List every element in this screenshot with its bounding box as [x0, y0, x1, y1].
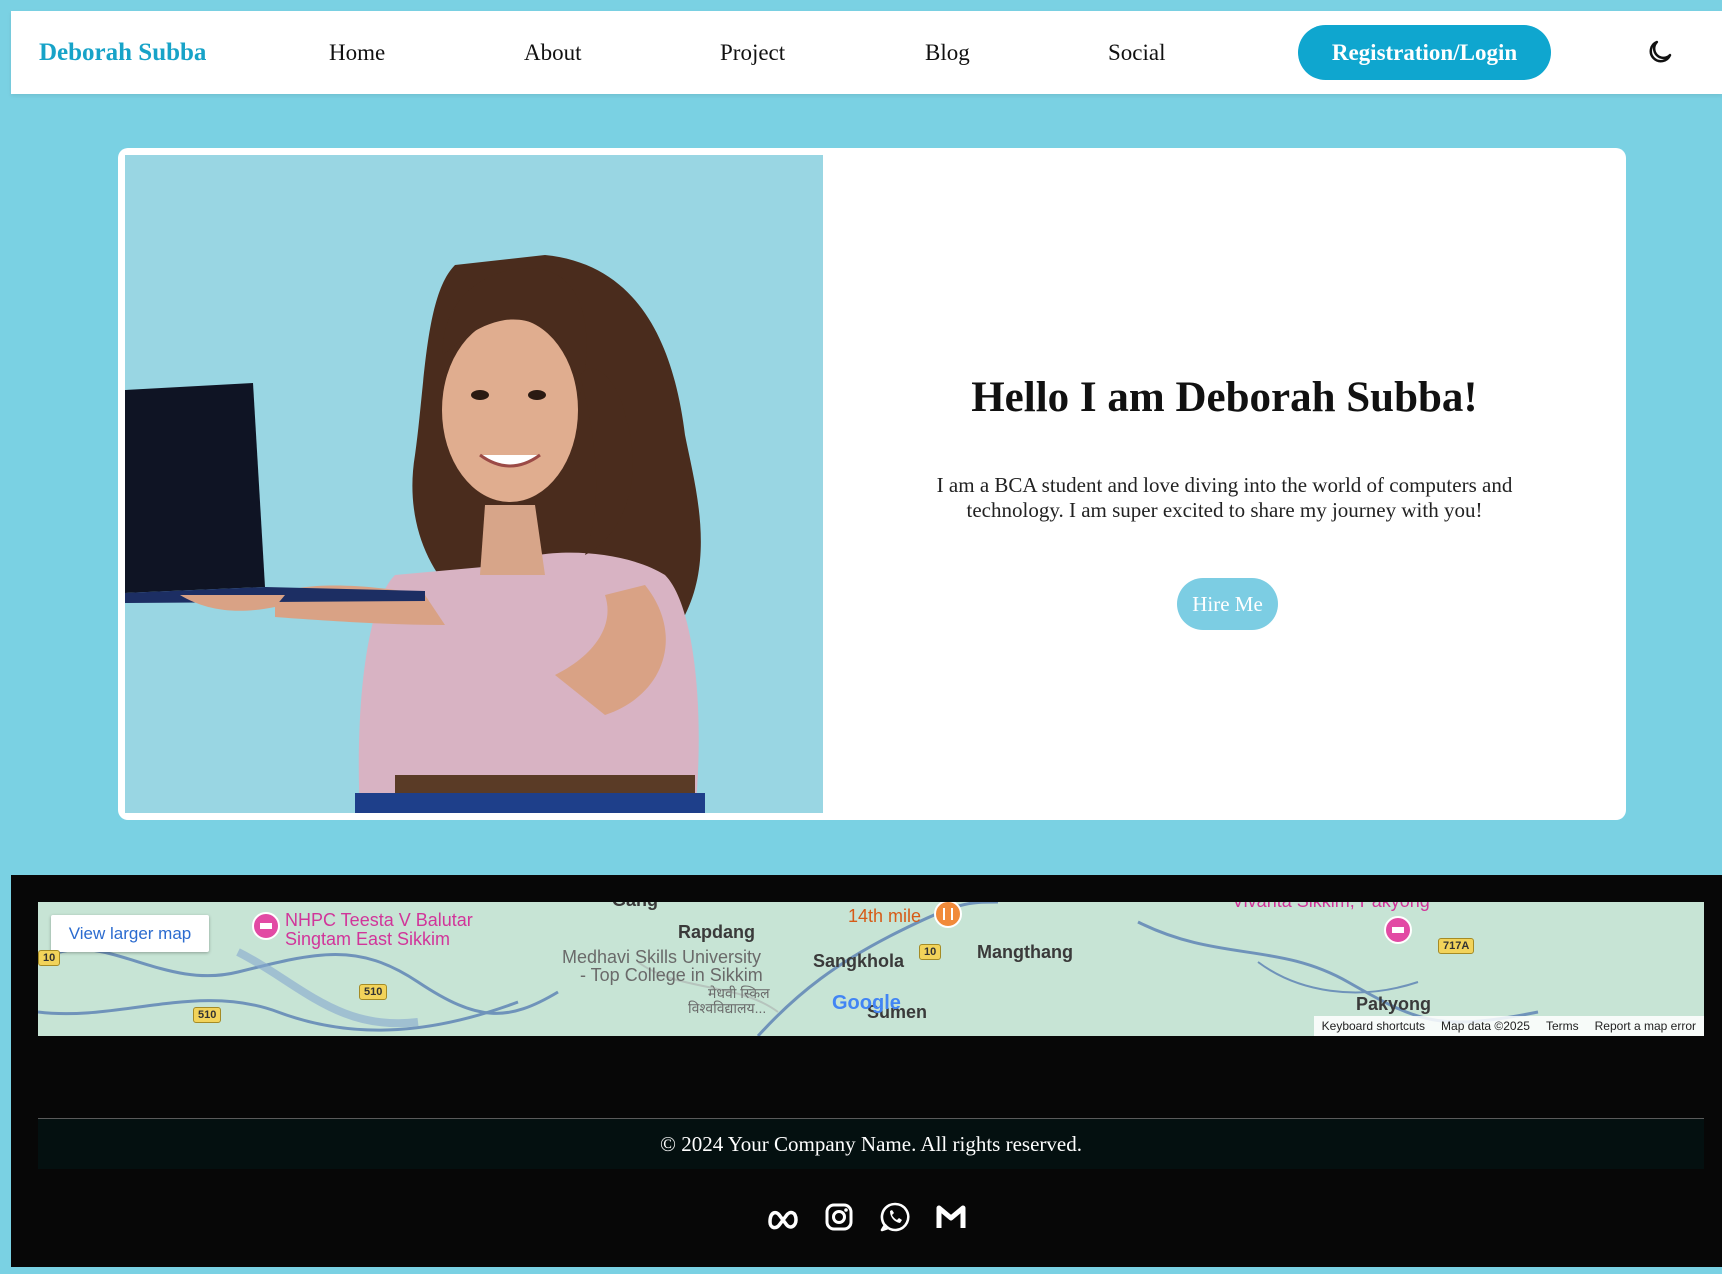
map-label-medhavi-4: विश्वविद्यालय... [688, 1000, 767, 1016]
meta-icon[interactable] [766, 1200, 800, 1234]
hero-card: Hello I am Deborah Subba! I am a BCA stu… [118, 148, 1626, 820]
whatsapp-icon[interactable] [878, 1200, 912, 1234]
map-label-vivanta: Vivanta Sikkim, Pakyong [1232, 902, 1430, 911]
footer: View larger map NHPC Teesta V Balutar Si… [11, 875, 1722, 1267]
navbar: Deborah Subba Home About Project Blog So… [11, 11, 1722, 94]
map-data-label: Map data ©2025 [1441, 1019, 1530, 1033]
instagram-icon[interactable] [822, 1200, 856, 1234]
brand-logo[interactable]: Deborah Subba [39, 11, 206, 94]
hotel-pin-icon[interactable] [1384, 916, 1412, 944]
map-label-sangkhola: Sangkhola [813, 951, 905, 971]
map-label-14th-mile: 14th mile [848, 906, 922, 926]
map-label-nhpc: NHPC Teesta V Balutar [285, 910, 473, 930]
map-label-pakyong: Pakyong [1356, 994, 1432, 1014]
embedded-map[interactable]: View larger map NHPC Teesta V Balutar Si… [38, 902, 1704, 1036]
terms-link[interactable]: Terms [1538, 1016, 1587, 1036]
gmail-icon[interactable] [934, 1200, 968, 1234]
copyright-text: © 2024 Your Company Name. All rights res… [660, 1132, 1082, 1156]
map-label-medhavi-2: - Top College in Sikkim [580, 965, 763, 985]
nav-social[interactable]: Social [1108, 11, 1166, 94]
view-larger-map-link[interactable]: View larger map [51, 915, 209, 952]
google-logo-text: Google [832, 992, 901, 1014]
hero-text: Hello I am Deborah Subba! I am a BCA stu… [823, 148, 1626, 820]
nav-project[interactable]: Project [720, 11, 785, 94]
report-map-error-link[interactable]: Report a map error [1587, 1016, 1704, 1036]
copyright-bar: © 2024 Your Company Name. All rights res… [38, 1119, 1704, 1169]
map-label-rapdang: Rapdang [678, 922, 756, 942]
nav-about[interactable]: About [524, 11, 582, 94]
hotel-pin-icon[interactable] [252, 912, 280, 940]
social-links [11, 1200, 1722, 1234]
map-attribution: Keyboard shortcuts Map data ©2025 Terms … [1313, 1016, 1704, 1036]
hero-description: I am a BCA student and love diving into … [936, 473, 1513, 522]
map-label-singtam: Singtam East Sikkim [285, 929, 451, 949]
map-label-mangthang: Mangthang [977, 942, 1073, 962]
road-shield-510: 510 [193, 1007, 222, 1023]
restaurant-pin-icon[interactable] [934, 902, 962, 928]
road-shield-510: 510 [359, 984, 388, 1000]
road-shield-10: 10 [919, 944, 942, 960]
hero-title: Hello I am Deborah Subba! [971, 374, 1478, 421]
road-shield-10: 10 [38, 950, 61, 966]
registration-login-button[interactable]: Registration/Login [1298, 25, 1551, 80]
google-logo: Google [832, 992, 901, 1015]
nav-home[interactable]: Home [329, 11, 385, 94]
profile-photo [125, 155, 823, 813]
moon-icon[interactable] [1645, 37, 1675, 67]
hire-me-button[interactable]: Hire Me [1177, 578, 1278, 630]
nav-blog[interactable]: Blog [925, 11, 970, 94]
keyboard-shortcuts-link[interactable]: Keyboard shortcuts [1314, 1016, 1433, 1036]
map-label-gang: Gang [612, 902, 658, 911]
road-shield-717a: 717A [1438, 938, 1475, 954]
